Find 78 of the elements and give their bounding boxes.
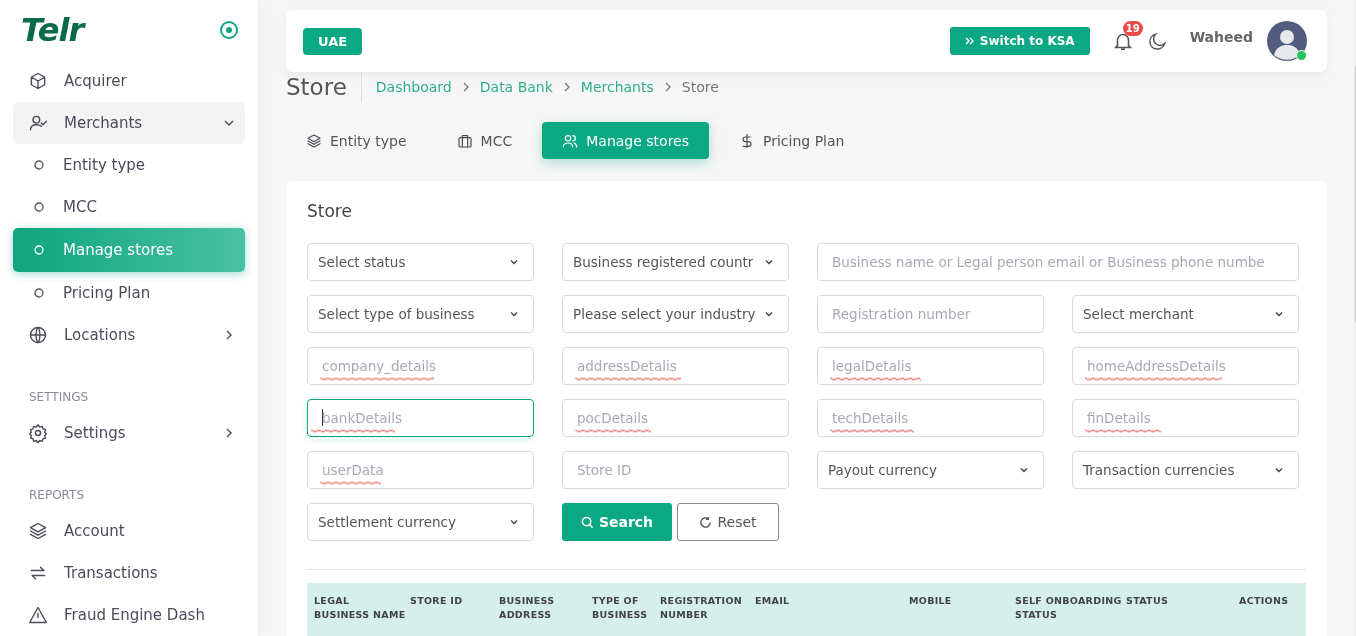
sidebar-item[interactable]: Settings xyxy=(13,412,245,454)
column-header: MOBILE xyxy=(909,594,953,608)
cube-icon xyxy=(28,71,48,91)
refresh-icon xyxy=(699,515,713,529)
user-name[interactable]: Waheed xyxy=(1189,29,1253,45)
circle-icon xyxy=(34,288,44,298)
reset-button[interactable]: Reset xyxy=(677,503,779,541)
chevron-icon xyxy=(223,117,235,129)
tab[interactable]: MCC xyxy=(436,122,533,159)
select-field[interactable]: Transaction currencies xyxy=(1072,451,1299,489)
select-field[interactable]: Select type of business xyxy=(307,295,534,333)
select-field[interactable]: Settlement currency xyxy=(307,503,534,541)
logo[interactable]: Telr xyxy=(21,11,84,49)
briefcase-icon xyxy=(456,132,473,149)
column-header: BUSINESS ADDRESS xyxy=(499,594,556,622)
chevron-icon xyxy=(509,309,519,319)
sidebar-subitem[interactable]: MCC xyxy=(13,186,245,228)
column-header: ACTIONS xyxy=(1239,594,1290,608)
search-icon xyxy=(580,515,594,529)
circle-icon xyxy=(34,160,44,170)
gear-icon xyxy=(28,423,48,443)
sidebar-item[interactable]: Transactions xyxy=(13,552,245,594)
page-title: Store xyxy=(286,72,362,102)
notification-count: 19 xyxy=(1122,21,1143,36)
chevron-icon xyxy=(1019,465,1029,475)
chevron-icon xyxy=(764,257,774,267)
section-heading: SETTINGS xyxy=(28,389,90,406)
users-icon xyxy=(562,132,579,149)
warning-icon xyxy=(28,605,48,625)
avatar[interactable] xyxy=(1267,21,1307,61)
tab[interactable]: Entity type xyxy=(286,122,427,159)
chevron-icon xyxy=(509,257,519,267)
select-field[interactable]: Business registered countr xyxy=(562,243,789,281)
chevron-icon xyxy=(223,427,235,439)
breadcrumb-current: Store xyxy=(681,79,719,95)
chevron-icon xyxy=(509,517,519,527)
arrows-icon xyxy=(28,563,48,583)
input-field[interactable]: bankDetails xyxy=(307,399,534,437)
section-heading: REPORTS xyxy=(28,487,85,504)
column-header: STATUS xyxy=(1126,594,1170,608)
moon-icon[interactable] xyxy=(1147,31,1168,51)
chevron-icon xyxy=(1274,465,1284,475)
user-check-icon xyxy=(28,113,48,133)
tab[interactable]: Pricing Plan xyxy=(719,122,865,159)
select-field[interactable]: Please select your industry xyxy=(562,295,789,333)
sidebar-item[interactable]: Acquirer xyxy=(13,60,245,102)
column-header: STORE ID xyxy=(410,594,464,608)
card-title: Store xyxy=(307,201,353,221)
globe-icon xyxy=(28,325,48,345)
chevron-icon xyxy=(461,82,470,92)
select-field[interactable]: Payout currency xyxy=(817,451,1044,489)
sidebar-item[interactable]: Account xyxy=(13,510,245,552)
sidebar-subitem[interactable]: Entity type xyxy=(13,144,245,186)
chevron-icon xyxy=(663,82,672,92)
chevron-icon xyxy=(1274,309,1284,319)
column-header: REGISTRATION NUMBER xyxy=(660,594,744,622)
layers-icon xyxy=(306,132,322,149)
spellcheck-underline xyxy=(320,481,381,485)
circle-icon xyxy=(34,202,44,212)
target-icon[interactable] xyxy=(219,20,239,40)
sidebar-item[interactable]: Merchants xyxy=(13,102,245,144)
circle-icon xyxy=(34,245,44,255)
sidebar-item[interactable]: Fraud Engine Dash xyxy=(13,594,245,636)
sidebar-subitem[interactable]: Pricing Plan xyxy=(13,272,245,314)
layers-icon xyxy=(28,521,48,541)
column-header: TYPE OF BUSINESS xyxy=(592,594,649,622)
sidebar-item[interactable]: Locations xyxy=(13,314,245,356)
text-cursor xyxy=(322,409,323,426)
chevron-icon xyxy=(764,309,774,319)
column-header: LEGAL BUSINESS NAME xyxy=(314,594,407,622)
chevron-icon xyxy=(562,82,571,92)
column-header: EMAIL xyxy=(755,594,791,608)
select-field[interactable]: Select status xyxy=(307,243,534,281)
chevron-icon xyxy=(223,329,235,341)
column-header: SELF ONBOARDING STATUS xyxy=(1015,594,1123,622)
double-chevron-icon xyxy=(964,36,975,46)
select-field[interactable]: Select merchant xyxy=(1072,295,1299,333)
dollar-icon xyxy=(739,132,755,149)
